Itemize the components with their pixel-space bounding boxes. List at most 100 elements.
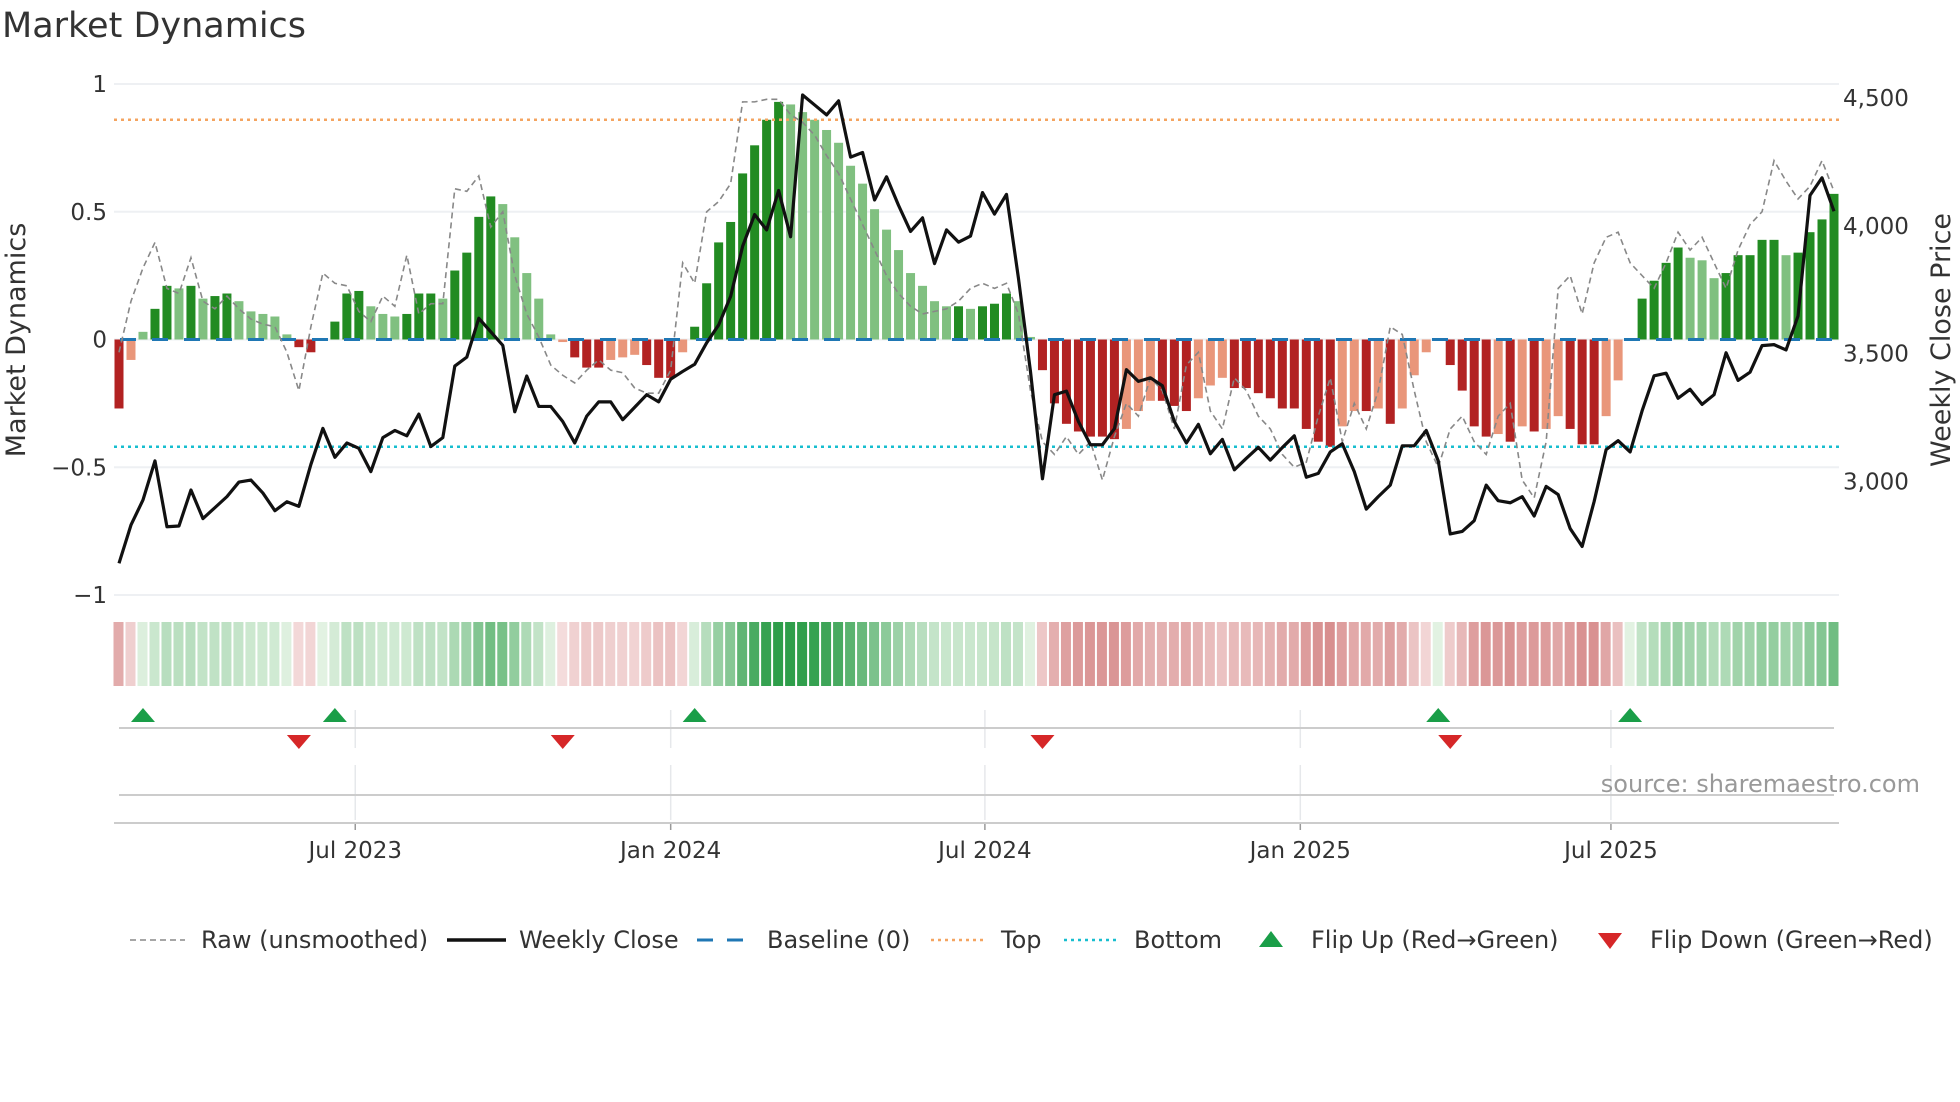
heat-strip-cell	[1540, 622, 1551, 686]
flip-up-marker	[682, 708, 707, 722]
heat-strip-cell	[1048, 622, 1059, 686]
heat-strip-cell	[953, 622, 964, 686]
heat-strip-cell	[473, 622, 484, 686]
heat-strip-cell	[1528, 622, 1539, 686]
dynamics-bar	[1469, 339, 1479, 427]
dynamics-bar	[534, 298, 544, 340]
dynamics-bar	[138, 331, 148, 340]
dynamics-bar	[1301, 339, 1311, 429]
dynamics-bar	[1781, 255, 1791, 340]
dynamics-bar	[1361, 339, 1371, 412]
heat-strip-cell	[749, 622, 760, 686]
heat-strip-cell	[461, 622, 472, 686]
heat-strip-cell	[281, 622, 292, 686]
dynamics-bar	[1181, 339, 1191, 412]
x-tick-label: Jul 2024	[936, 838, 1032, 864]
heat-strip-cell	[1132, 622, 1143, 686]
heat-strip-cell	[1516, 622, 1527, 686]
heat-strip-cell	[1672, 622, 1683, 686]
heat-strip-cell	[1432, 622, 1443, 686]
source-label: source: sharemaestro.com	[1601, 770, 1920, 798]
heat-strip-cell	[1408, 622, 1419, 686]
heat-strip-cell	[773, 622, 784, 686]
heat-strip-cell	[1312, 622, 1323, 686]
legend-label: Flip Down (Green→Red)	[1650, 926, 1933, 954]
heat-strip-cell	[1828, 622, 1839, 686]
heat-strip-cell	[1180, 622, 1191, 686]
dynamics-bar	[1817, 219, 1827, 340]
dynamics-bar	[1517, 339, 1527, 427]
heat-strip-cell	[173, 622, 184, 686]
dynamics-bar	[894, 250, 904, 340]
dynamics-bar	[1085, 339, 1095, 437]
dynamics-bar	[882, 229, 892, 340]
dynamics-bar	[1661, 262, 1671, 340]
heat-strip-cell	[329, 622, 340, 686]
dynamics-bar	[1349, 339, 1359, 412]
heat-strip-cell	[1156, 622, 1167, 686]
dynamics-bar	[1169, 339, 1179, 406]
heat-strip-cell	[1096, 622, 1107, 686]
heat-strip-cell	[941, 622, 952, 686]
dynamics-bar	[258, 313, 268, 340]
x-tick-label: Jan 2025	[1248, 838, 1351, 864]
dynamics-bar	[174, 288, 184, 340]
dynamics-bar	[1709, 278, 1719, 340]
legend-label: Weekly Close	[519, 926, 679, 954]
dynamics-bar	[1733, 255, 1743, 340]
x-tick-label: Jul 2023	[306, 838, 402, 864]
heat-strip-cell	[653, 622, 664, 686]
heat-strip-cell	[713, 622, 724, 686]
dynamics-bar	[378, 313, 388, 340]
flip-down-marker	[286, 735, 311, 749]
heat-strip-cell	[1696, 622, 1707, 686]
dynamics-bar	[1613, 339, 1623, 381]
dynamics-bar	[1397, 339, 1407, 409]
heat-strip-cell	[761, 622, 772, 686]
heat-strip-cell	[1744, 622, 1755, 686]
heat-strip-cell	[1072, 622, 1083, 686]
heat-strip-cell	[1264, 622, 1275, 686]
heat-strip-cell	[1384, 622, 1395, 686]
dynamics-bar	[366, 306, 376, 340]
y-tick-label: 0	[92, 328, 107, 354]
dynamics-bar	[1637, 298, 1647, 340]
heat-strip-cell	[689, 622, 700, 686]
heat-strip-cell	[1372, 622, 1383, 686]
legend-label: Top	[1000, 926, 1042, 954]
heat-strip-cell	[1708, 622, 1719, 686]
heat-strip-cell	[605, 622, 616, 686]
dynamics-bar	[1277, 339, 1287, 409]
y2-tick-label: 4,500	[1843, 86, 1909, 112]
heat-strip-cell	[1324, 622, 1335, 686]
dynamics-bar	[1589, 339, 1599, 445]
dynamics-bar	[1541, 339, 1551, 429]
dynamics-bar	[582, 339, 592, 368]
dynamics-bar	[654, 339, 664, 378]
heat-strip-cell	[209, 622, 220, 686]
dynamics-bar	[1685, 257, 1695, 340]
dynamics-bar	[1205, 339, 1215, 386]
heat-strip-cell	[1348, 622, 1359, 686]
heat-strip-cell	[1120, 622, 1131, 686]
dynamics-bar	[390, 316, 400, 340]
dynamics-bar	[1061, 339, 1071, 424]
dynamics-bar	[702, 283, 712, 340]
flip-up-marker	[130, 708, 155, 722]
heat-strip-cell	[809, 622, 820, 686]
heat-strip-cell	[976, 622, 987, 686]
dynamics-bar	[1145, 339, 1155, 401]
heat-strip-cell	[1480, 622, 1491, 686]
heat-strip-cell	[437, 622, 448, 686]
heat-strip-cell	[377, 622, 388, 686]
heat-strip-cell	[1636, 622, 1647, 686]
x-tick-label: Jan 2024	[618, 838, 721, 864]
heat-strip-cell	[1204, 622, 1215, 686]
heat-strip-cell	[1216, 622, 1227, 686]
heat-strip-cell	[1756, 622, 1767, 686]
heat-strip-cell	[677, 622, 688, 686]
heat-strip-cell	[929, 622, 940, 686]
heat-strip-cell	[401, 622, 412, 686]
legend-label: Raw (unsmoothed)	[201, 926, 428, 954]
heat-strip-cell	[389, 622, 400, 686]
